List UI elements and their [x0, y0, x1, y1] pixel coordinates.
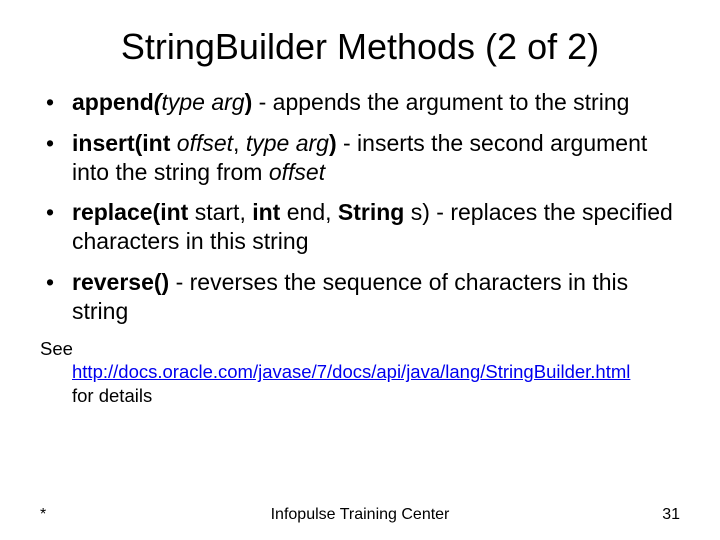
param-ref: offset — [269, 159, 325, 185]
method-name: replace(int — [72, 199, 195, 225]
doc-link[interactable]: http://docs.oracle.com/javase/7/docs/api… — [40, 360, 680, 383]
bullet-item: reverse() - reverses the sequence of cha… — [40, 268, 680, 326]
bullet-item: insert(int offset, type arg) - inserts t… — [40, 129, 680, 187]
note-suffix: for details — [40, 385, 152, 406]
method-name: reverse() — [72, 269, 169, 295]
sig-part: ) — [329, 130, 337, 156]
sig-part: end, — [287, 199, 338, 225]
bullet-item: append(type arg) - appends the argument … — [40, 88, 680, 117]
bullet-item: replace(int start, int end, String s) - … — [40, 198, 680, 256]
bullet-list: append(type arg) - appends the argument … — [40, 88, 680, 325]
sig-part: , — [233, 130, 246, 156]
param: offset — [177, 130, 233, 156]
page-number: 31 — [662, 506, 680, 524]
note-prefix: See — [40, 338, 73, 359]
sig-part: int — [252, 199, 287, 225]
desc: - appends the argument to the string — [252, 89, 629, 115]
method-name: insert(int — [72, 130, 177, 156]
method-name: append — [72, 89, 154, 115]
sig-part: String — [338, 199, 411, 225]
sig-part: start, — [195, 199, 253, 225]
slide-title: StringBuilder Methods (2 of 2) — [40, 26, 680, 68]
footer-date: * — [40, 506, 46, 524]
footer-org: Infopulse Training Center — [40, 506, 680, 524]
reference-note: See http://docs.oracle.com/javase/7/docs… — [40, 337, 680, 406]
param: type arg — [246, 130, 329, 156]
sig-part: s) — [411, 199, 430, 225]
param: type arg — [161, 89, 244, 115]
slide-footer: * Infopulse Training Center 31 — [40, 506, 680, 524]
